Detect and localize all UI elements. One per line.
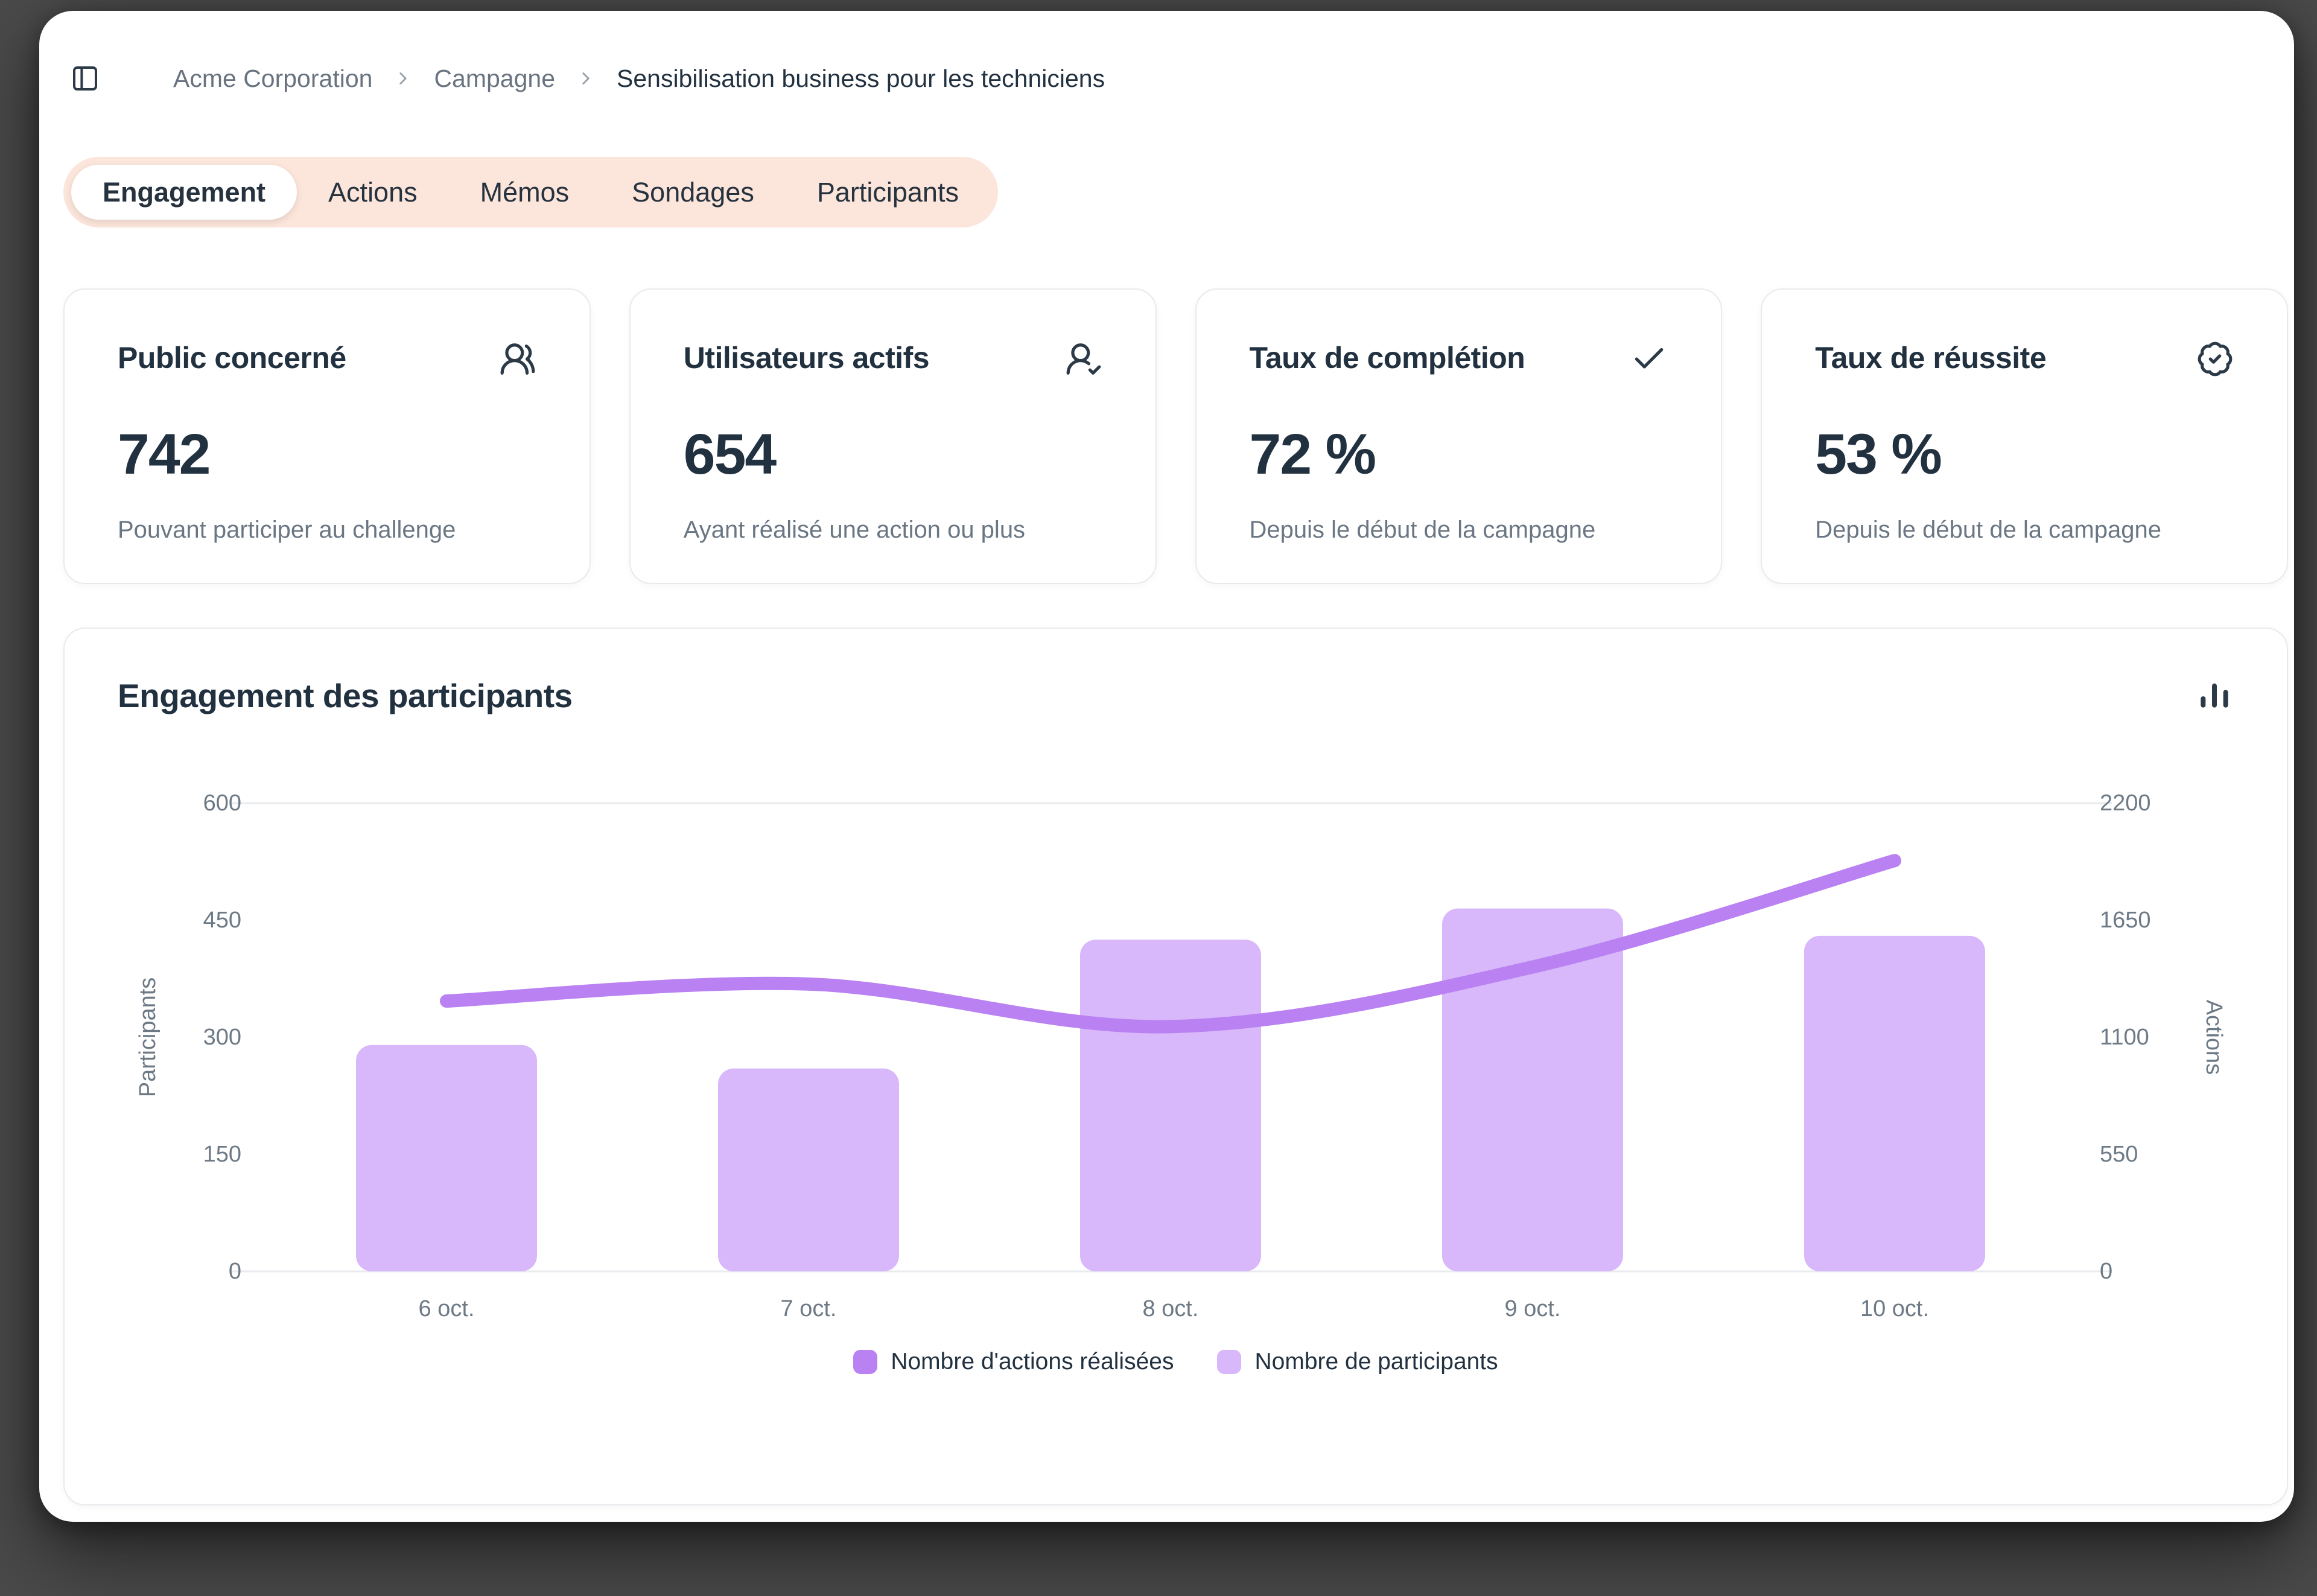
svg-text:1650: 1650 [2100, 908, 2151, 933]
legend-label: Nombre de participants [1254, 1349, 1498, 1375]
stat-card-success: Taux de réussite 53 % Depuis le début de… [1761, 288, 2288, 584]
stat-card-completion: Taux de complétion 72 % Depuis le début … [1195, 288, 1723, 584]
engagement-chart-card: Engagement des participants 0 150 300 450 60… [63, 628, 2288, 1505]
sidebar-toggle-button[interactable] [71, 64, 100, 93]
stat-description: Depuis le début de la campagne [1815, 517, 2234, 544]
svg-text:300: 300 [203, 1025, 241, 1050]
breadcrumb-item-org[interactable]: Acme Corporation [173, 65, 372, 93]
legend-swatch-participants [1217, 1350, 1241, 1374]
svg-text:600: 600 [203, 790, 241, 816]
legend-label: Nombre d'actions réalisées [891, 1349, 1174, 1375]
stat-card-public: Public concerné 742 Pouvant participer a… [63, 288, 591, 584]
tab-sondages[interactable]: Sondages [600, 165, 786, 220]
svg-text:6 oct.: 6 oct. [419, 1296, 475, 1321]
svg-text:450: 450 [203, 908, 241, 933]
stat-description: Depuis le début de la campagne [1250, 517, 1668, 544]
svg-text:550: 550 [2100, 1142, 2138, 1167]
chart-title: Engagement des participants [118, 676, 573, 715]
badge-check-icon [2196, 340, 2234, 381]
svg-text:0: 0 [229, 1259, 241, 1284]
svg-text:9 oct.: 9 oct. [1505, 1296, 1561, 1321]
breadcrumb-item-campaigns[interactable]: Campagne [434, 65, 555, 93]
stat-title: Taux de réussite [1815, 340, 2046, 375]
tab-bar: Engagement Actions Mémos Sondages Partic… [63, 157, 998, 227]
chart-column-icon [2195, 675, 2234, 716]
check-icon [1630, 340, 1668, 381]
chevron-right-icon [576, 68, 596, 89]
app-window: Acme Corporation Campagne Sensibilisatio… [39, 11, 2294, 1522]
svg-text:8 oct.: 8 oct. [1143, 1296, 1199, 1321]
stat-title: Public concerné [118, 340, 346, 375]
stat-title: Utilisateurs actifs [684, 340, 929, 375]
stat-value: 72 % [1250, 422, 1668, 488]
topbar: Acme Corporation Campagne Sensibilisatio… [71, 64, 2267, 93]
tab-memos[interactable]: Mémos [449, 165, 601, 220]
svg-text:7 oct.: 7 oct. [781, 1296, 837, 1321]
stat-title: Taux de complétion [1250, 340, 1525, 375]
legend-swatch-actions [853, 1350, 877, 1374]
svg-text:0: 0 [2100, 1259, 2112, 1284]
breadcrumb: Acme Corporation Campagne Sensibilisatio… [173, 65, 1105, 93]
chart-legend: Nombre d'actions réalisées Nombre de par… [118, 1349, 2234, 1375]
stats-row: Public concerné 742 Pouvant participer a… [63, 288, 2288, 584]
stat-value: 742 [118, 422, 536, 488]
tab-actions[interactable]: Actions [297, 165, 449, 220]
stat-description: Ayant réalisé une action ou plus [684, 517, 1102, 544]
legend-item-actions[interactable]: Nombre d'actions réalisées [853, 1349, 1174, 1375]
stat-card-active-users: Utilisateurs actifs 654 Ayant réalisé un… [629, 288, 1157, 584]
users-round-icon [499, 340, 536, 381]
breadcrumb-item-current: Sensibilisation business pour les techni… [617, 65, 1105, 93]
user-round-check-icon [1065, 340, 1102, 381]
svg-text:Actions: Actions [2201, 1000, 2226, 1075]
svg-text:10 oct.: 10 oct. [1860, 1296, 1929, 1321]
svg-text:150: 150 [203, 1142, 241, 1167]
svg-text:2200: 2200 [2100, 790, 2151, 816]
stat-value: 654 [684, 422, 1102, 488]
stat-value: 53 % [1815, 422, 2234, 488]
engagement-chart: 0 150 300 450 600 0 550 1100 1650 2200 Participant… [118, 737, 2236, 1340]
svg-text:1100: 1100 [2100, 1025, 2149, 1050]
tab-participants[interactable]: Participants [786, 165, 990, 220]
legend-item-participants[interactable]: Nombre de participants [1217, 1349, 1498, 1375]
tab-engagement[interactable]: Engagement [71, 165, 297, 220]
chevron-right-icon [393, 68, 413, 89]
stat-description: Pouvant participer au challenge [118, 517, 536, 544]
panel-left-icon [71, 85, 100, 95]
svg-text:Participants: Participants [135, 978, 161, 1098]
